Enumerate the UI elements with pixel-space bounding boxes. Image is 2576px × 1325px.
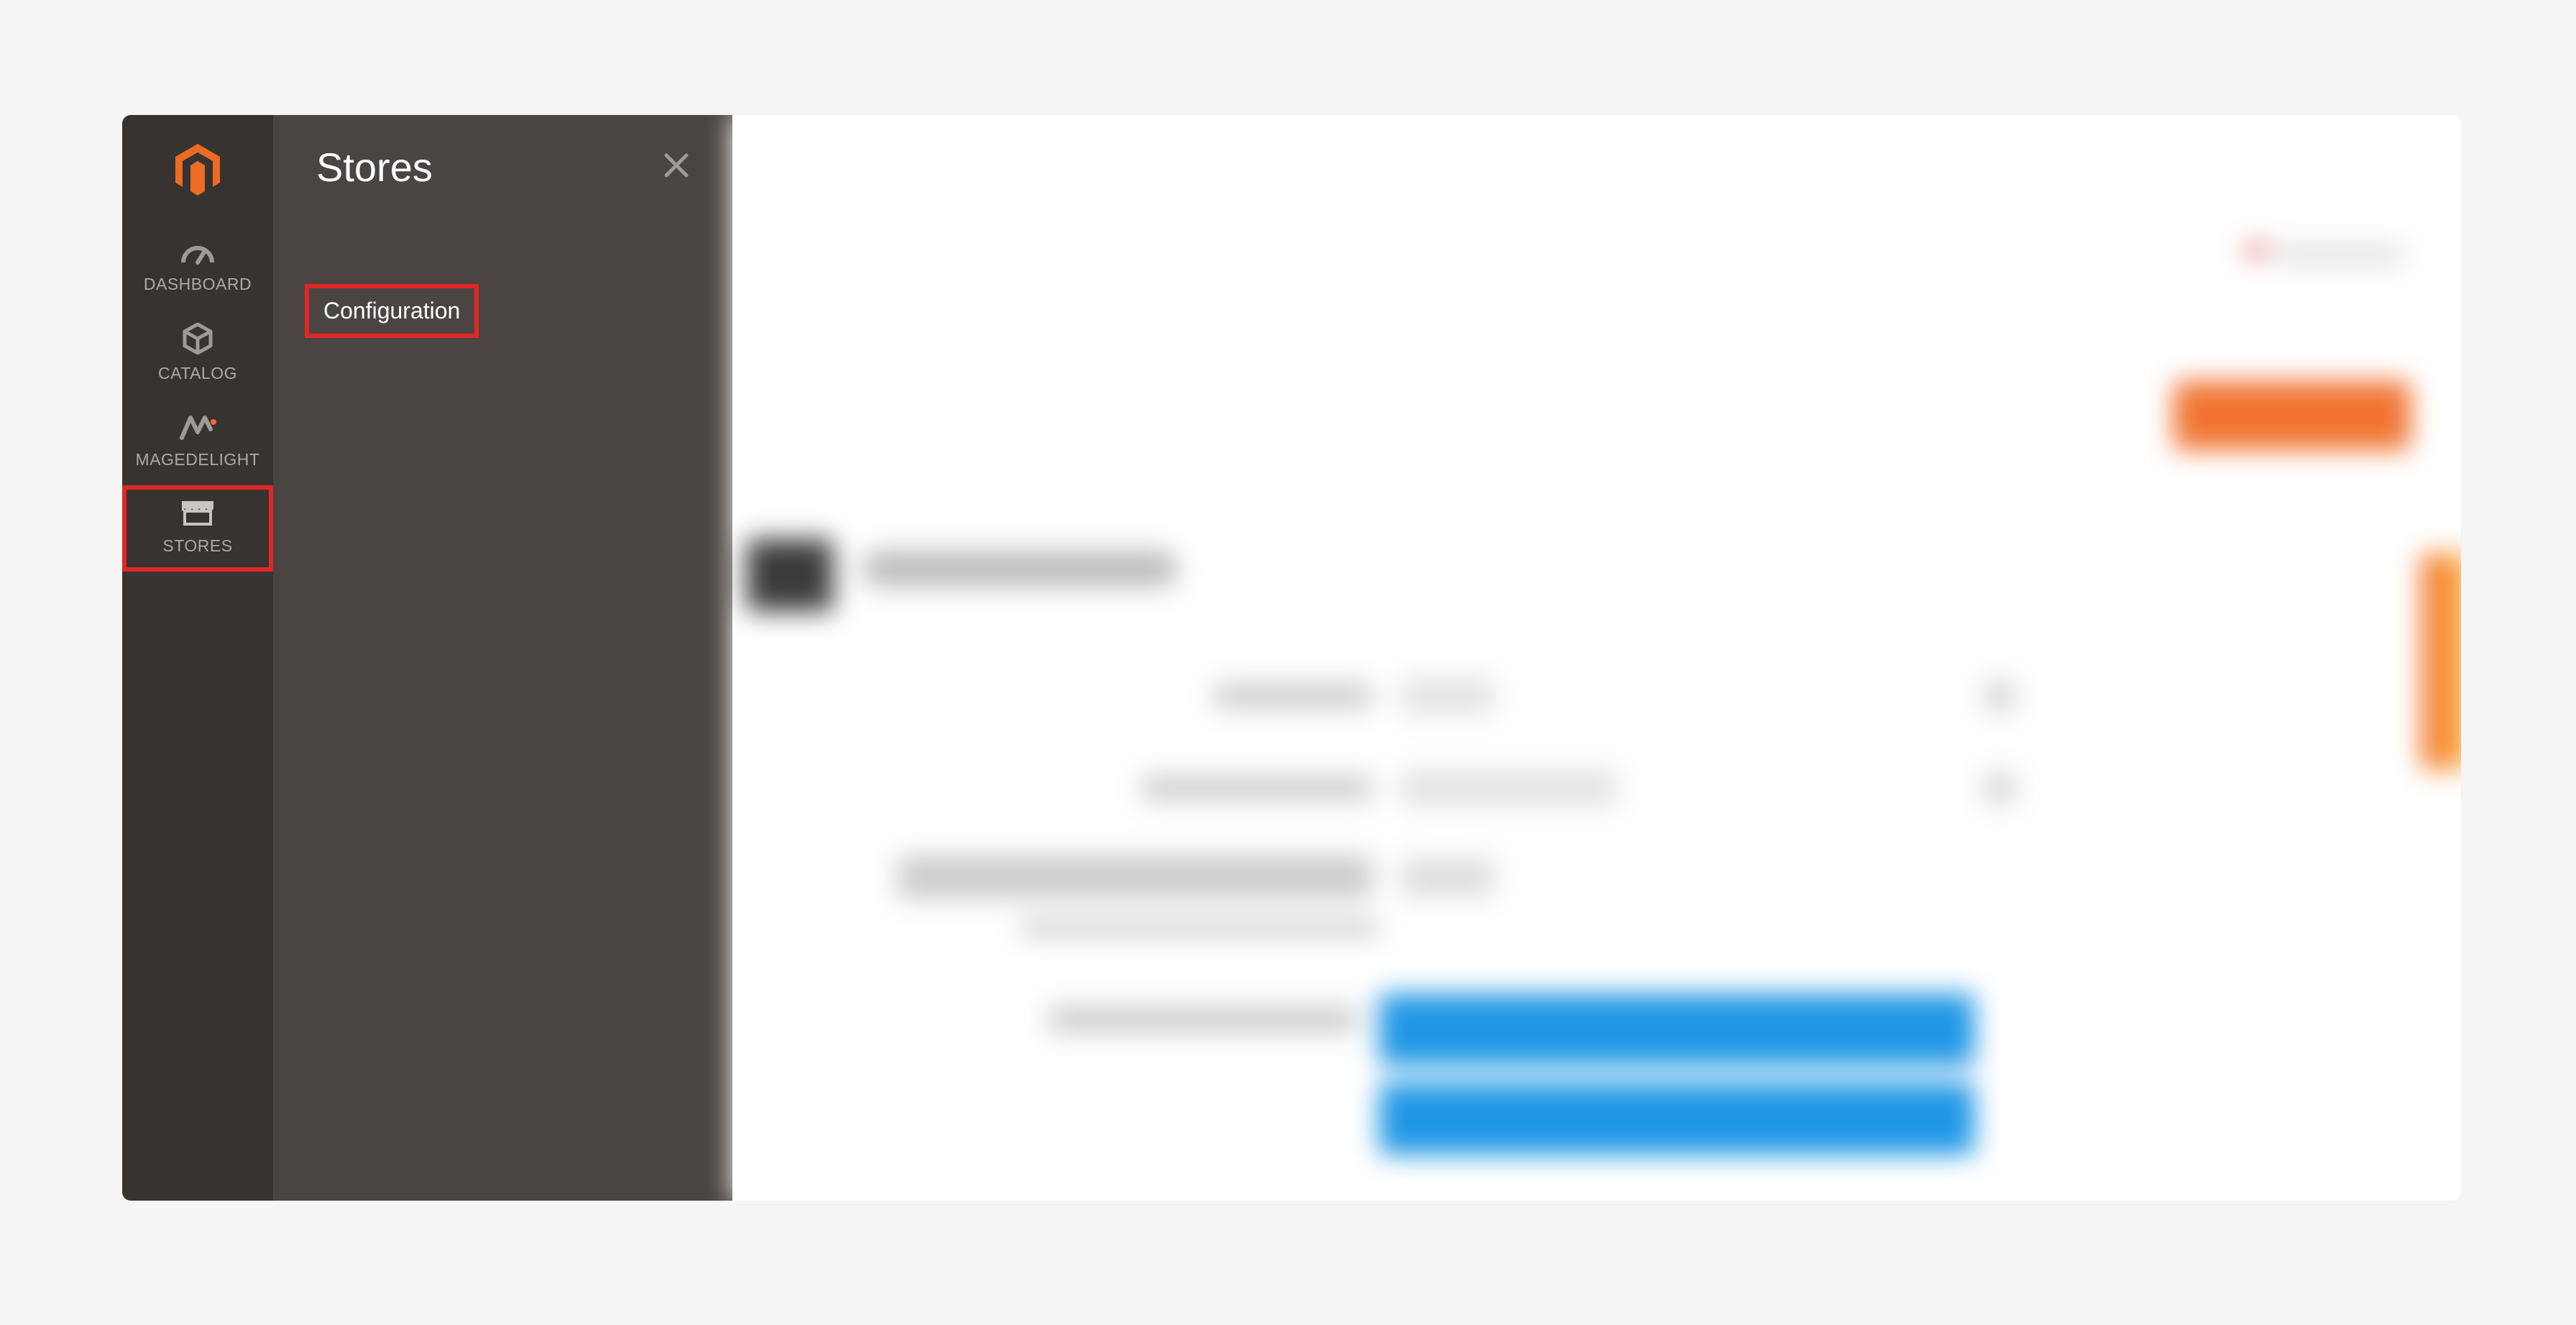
close-icon[interactable] [656, 145, 696, 189]
form-label [898, 856, 1372, 899]
page-container: DASHBOARD CATALOG MAGEDELIGHT [0, 0, 2576, 1201]
blue-section-label [1049, 1007, 1358, 1032]
dashboard-icon [180, 237, 215, 269]
primary-action-button [2174, 381, 2411, 450]
form-checkbox [1984, 772, 2015, 804]
form-row [869, 677, 2015, 715]
sidebar-item-catalog[interactable]: CATALOG [122, 310, 273, 399]
sidebar-item-stores[interactable]: STORES [122, 485, 273, 572]
form-label [1214, 684, 1372, 708]
blue-block [1379, 994, 1974, 1065]
form-row [869, 769, 2015, 807]
section-heading [862, 551, 1178, 587]
form-row [869, 856, 2015, 899]
form-checkbox [1984, 680, 2015, 712]
form-value [1401, 769, 1616, 807]
flyout-header: Stores [273, 115, 732, 198]
main-content-blurred [732, 115, 2461, 1201]
form-row [869, 920, 2015, 936]
sidebar-item-magedelight[interactable]: MAGEDELIGHT [122, 399, 273, 485]
sidebar-item-label: MAGEDELIGHT [136, 450, 260, 469]
form-hint [1020, 920, 1379, 936]
stores-flyout-panel: Stores Configuration [273, 115, 732, 1201]
magedelight-icon [179, 412, 216, 444]
catalog-icon [182, 323, 213, 358]
top-right-widget [2245, 237, 2404, 272]
form-label [1142, 776, 1372, 800]
side-accent-tab [2421, 554, 2461, 769]
sidebar-item-label: STORES [162, 536, 232, 556]
sidebar-item-label: DASHBOARD [144, 275, 252, 294]
flyout-content: Configuration [273, 198, 732, 338]
blue-block [1379, 1083, 1974, 1155]
sidebar-item-label: CATALOG [158, 364, 237, 383]
stores-icon [180, 498, 215, 531]
flag-icon [2245, 246, 2268, 263]
form-value [1401, 677, 1494, 715]
flyout-title: Stores [316, 144, 433, 191]
app-window: DASHBOARD CATALOG MAGEDELIGHT [122, 115, 2461, 1201]
scope-selector [747, 539, 833, 611]
admin-sidebar: DASHBOARD CATALOG MAGEDELIGHT [122, 115, 273, 1201]
top-right-text [2277, 246, 2404, 263]
configuration-link[interactable]: Configuration [305, 284, 479, 338]
magento-logo[interactable] [175, 144, 220, 199]
form-value [1401, 858, 1494, 896]
sidebar-item-dashboard[interactable]: DASHBOARD [122, 224, 273, 310]
